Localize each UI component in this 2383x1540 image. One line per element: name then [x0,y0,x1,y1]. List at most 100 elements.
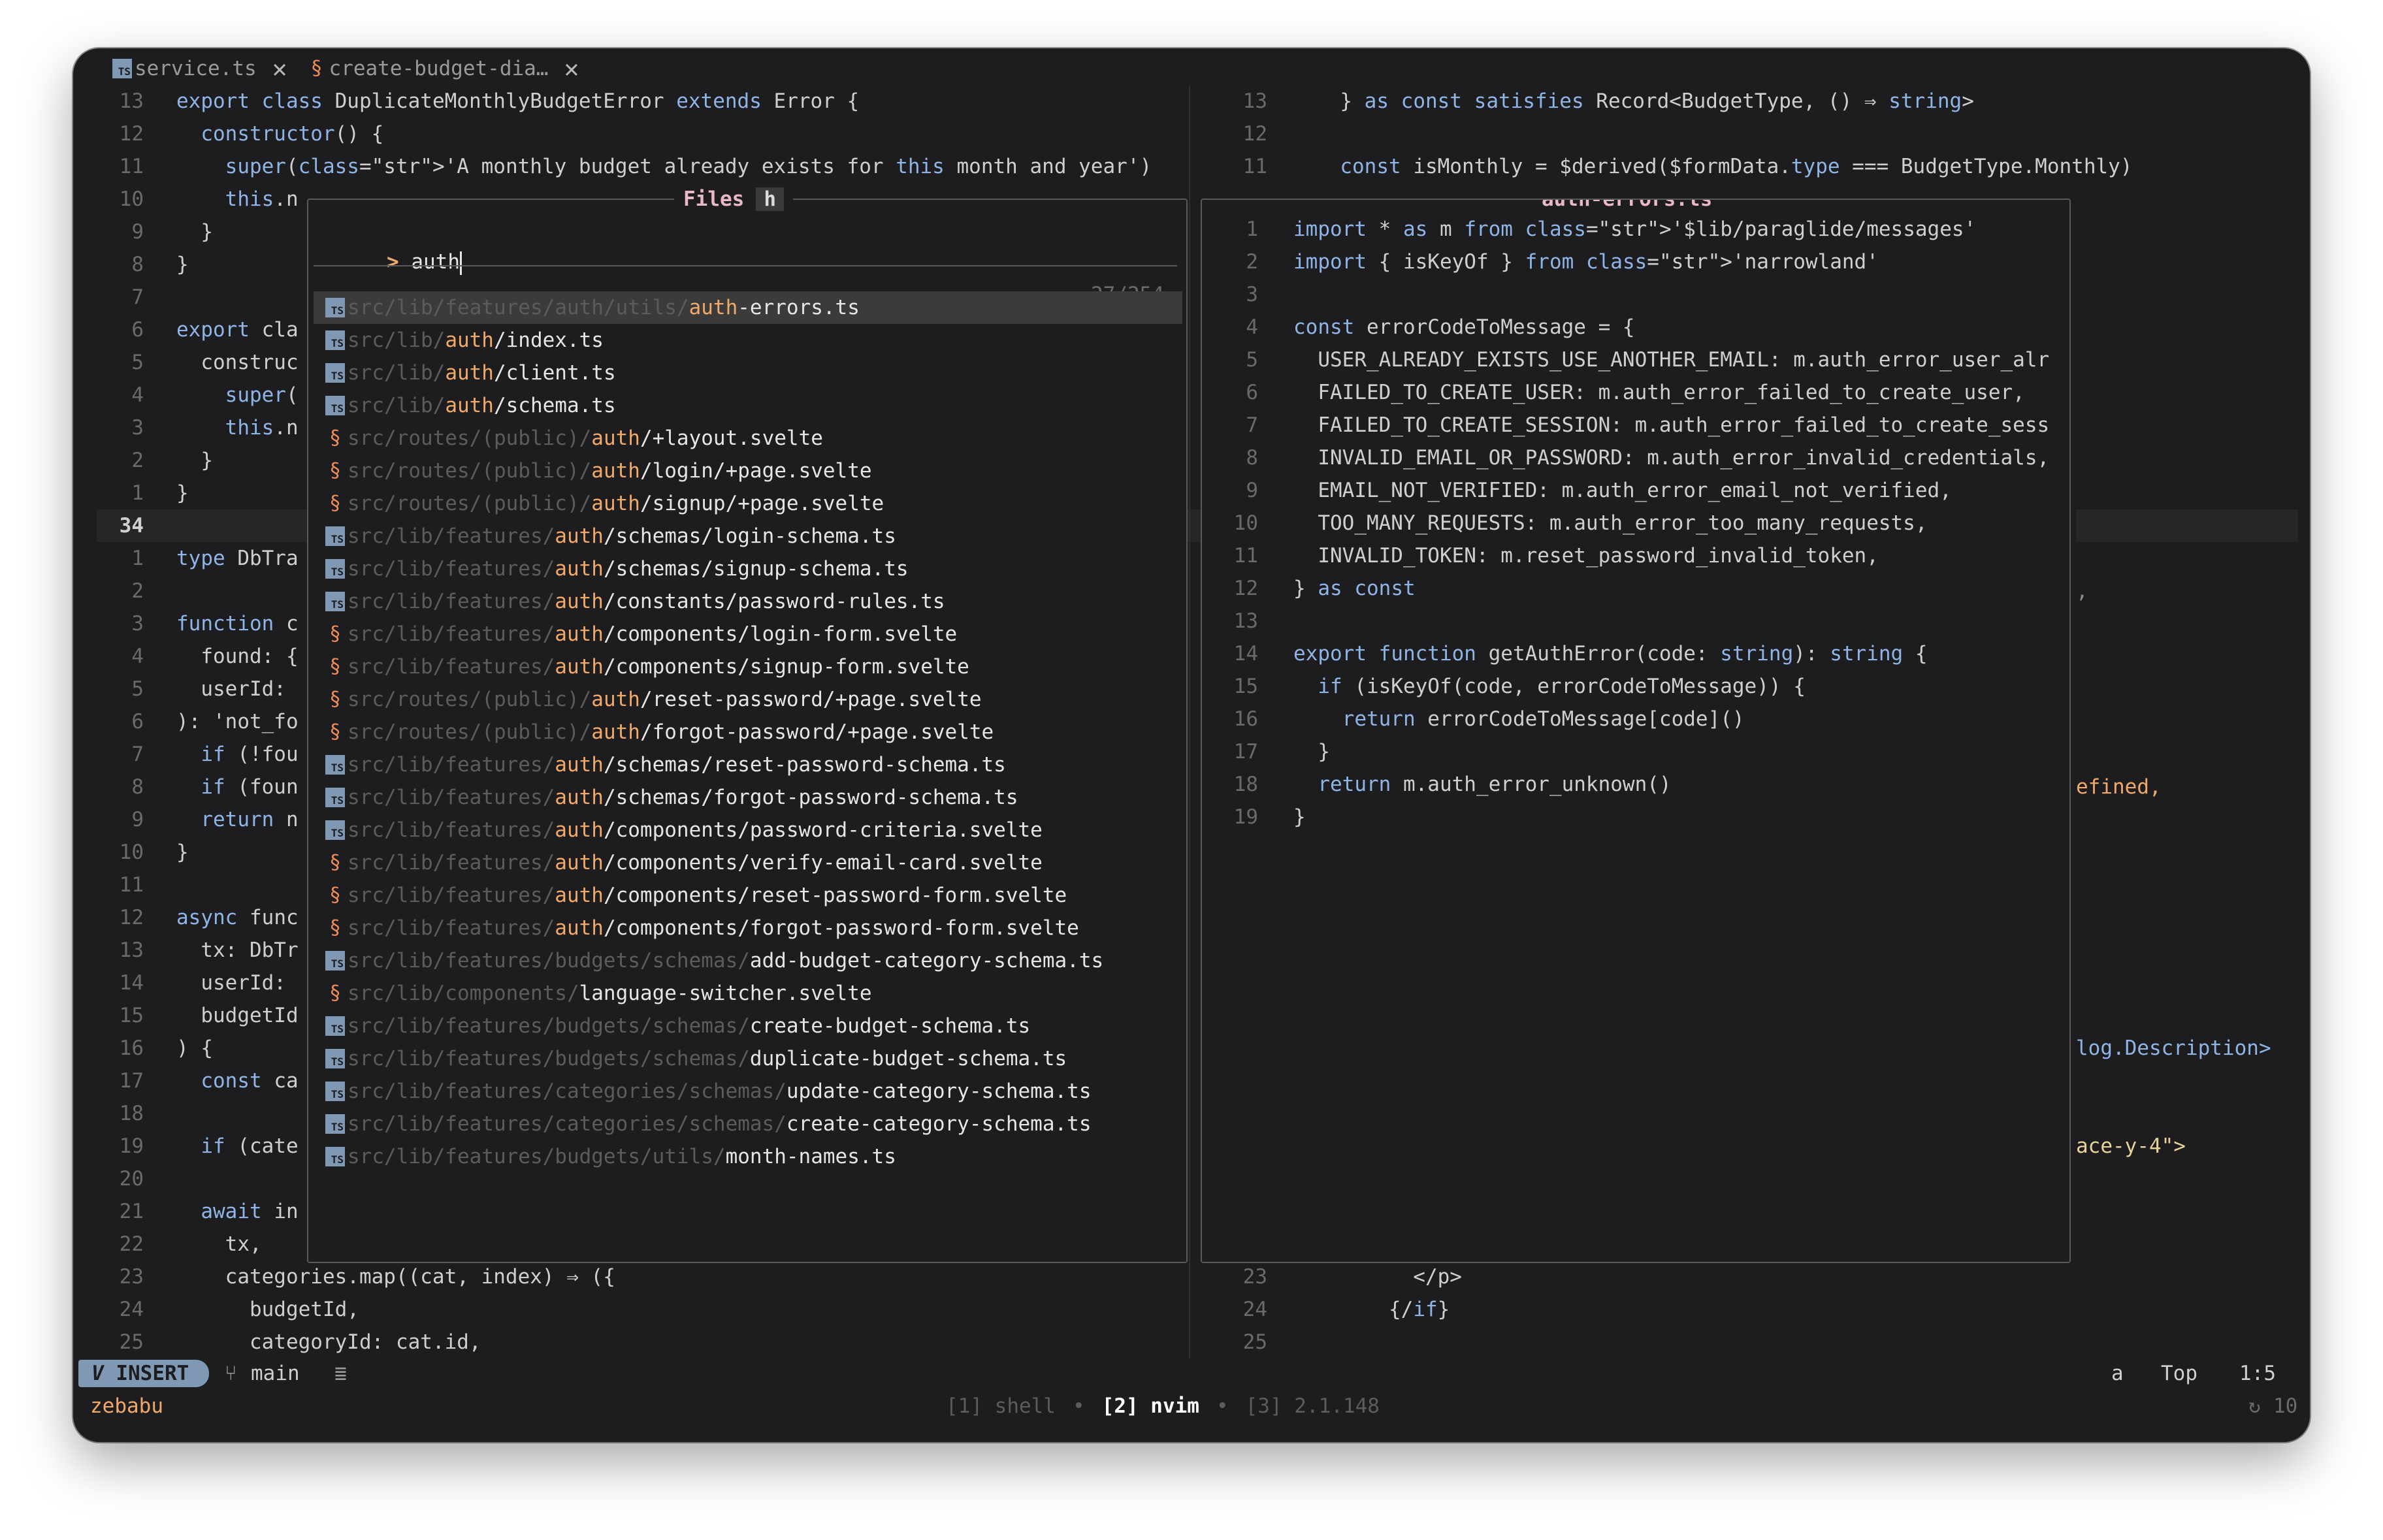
code-line: 24 budgetId, [97,1293,1227,1326]
code-text: found: { [176,645,299,668]
code-text: TOO_MANY_REQUESTS: m.auth_error_too_many… [1293,511,1928,535]
file-list-item[interactable]: TS src/lib/features/auth/components/passw… [314,814,1182,846]
line-number: 5 [1246,348,1258,372]
buffer-tab[interactable]: TS service.ts ✕ [112,54,287,83]
buffer-tab[interactable]: § create-budget-dia… ✕ [307,54,579,83]
file-list-item[interactable]: TS src/lib/features/auth/schemas/forgot-p… [314,781,1182,814]
file-picker[interactable]: Filesh > auth 27/254 TSsrc/lib/features/… [307,183,1188,1263]
code-text: EMAIL_NOT_VERIFIED: m.auth_error_email_n… [1293,479,1952,502]
mode-indicator: V INSERT [78,1360,209,1387]
file-path-name: /components/password-criteria.svelte [603,818,1043,842]
typescript-file-icon: TS [325,788,345,807]
file-path-name: /schema.ts [493,394,616,417]
code-text: await in [201,1200,299,1223]
file-list-item[interactable]: TS src/lib/features/auth/schemas/reset-pa… [314,748,1182,781]
file-path-dir: src/lib/features/ [348,884,555,907]
typescript-file-icon: TS [325,298,345,317]
typescript-file-icon: TS [325,1082,345,1101]
file-list-item[interactable]: § src/lib/features/auth/components/forgot… [314,912,1182,944]
file-list-item[interactable]: TS src/lib/features/budgets/schemas/add-b… [314,944,1182,977]
file-list-item[interactable]: TS src/lib/auth/client.ts [314,357,1182,389]
tmux-window[interactable]: [2] nvim [1102,1390,1199,1422]
file-path-dir: src/lib/features/ [348,590,555,613]
right-fragment-3: log.Description> [2076,1036,2271,1060]
code-text: ) { [176,1036,213,1060]
file-list-item[interactable]: TS src/lib/features/budgets/utils/month-n… [314,1140,1182,1173]
file-list-item[interactable]: TS src/lib/features/categories/schemas/cr… [314,1108,1182,1140]
tmux-window[interactable]: [3] 2.1.148 [1246,1390,1380,1422]
file-list-item[interactable]: § src/lib/components/language-switcher.sv… [314,977,1182,1010]
file-list-item[interactable]: TS src/lib/features/budgets/schemas/dupli… [314,1042,1182,1075]
code-line: 23 categories.map((cat, index) ⇒ ({ [97,1260,1227,1293]
file-list-item[interactable]: § src/lib/features/auth/components/login-… [314,618,1182,650]
search-input[interactable]: auth [411,250,460,274]
file-list-item[interactable]: § src/routes/(public)/auth/signup/+page.s… [314,487,1182,520]
code-line: 5 USER_ALREADY_EXISTS_USE_ANOTHER_EMAIL:… [1202,344,2068,376]
line-number: 7 [131,743,144,766]
code-line: 16 return errorCodeToMessage[code]() [1202,703,2068,735]
code-line: 1 import * as m from class="str">'$lib/pa… [1202,213,2068,246]
file-list[interactable]: TS src/lib/features/auth/utils/auth -error… [314,291,1182,1173]
file-path-dir: src/lib/features/ [348,622,555,646]
code-line: 15 if (isKeyOf(code, errorCodeToMessage)… [1202,670,2068,703]
buffer-tab-label: create-budget-dia… [329,57,549,80]
code-line: 11 super(class="str">'A monthly budget a… [97,150,1227,183]
file-list-item[interactable]: TS src/lib/auth/index.ts [314,324,1182,357]
editor-pane-right-top[interactable]: 13 } as const satisfies Record<BudgetTyp… [1229,85,2301,189]
code-text: const isMonthly = $derived($formData.typ… [1340,155,2133,178]
line-number: 14 [119,971,144,995]
file-path-name: /components/forgot-password-form.svelte [603,916,1079,940]
code-text: import { isKeyOf } from class="str">'nar… [1293,250,1879,274]
line-number: 22 [119,1232,144,1256]
file-list-item[interactable]: § src/lib/features/auth/components/reset-… [314,879,1182,912]
code-text: INVALID_EMAIL_OR_PASSWORD: m.auth_error_… [1293,446,2050,470]
file-list-item[interactable]: § src/lib/features/auth/components/signup… [314,650,1182,683]
line-number: 16 [1233,707,1258,731]
file-path-match: auth [555,786,604,809]
close-icon[interactable]: ✕ [564,54,579,83]
file-path-dir: src/lib/features/budgets/utils/ [348,1145,726,1168]
file-path-dir: src/routes/(public)/ [348,492,592,515]
code-text: } as const satisfies Record<BudgetType, … [1316,89,1974,113]
svelte-file-icon: § [329,426,342,449]
file-picker-hidden-toggle[interactable]: h [756,187,784,211]
file-path-name: add-budget-category-schema.ts [749,949,1104,972]
file-list-item[interactable]: TS src/lib/features/budgets/schemas/creat… [314,1010,1182,1042]
svelte-file-icon: § [329,459,342,482]
file-list-item[interactable]: TS src/lib/auth/schema.ts [314,389,1182,422]
close-icon[interactable]: ✕ [272,54,287,83]
code-text: this.n [225,416,299,440]
preview-code: 1 import * as m from class="str">'$lib/pa… [1202,213,2068,833]
code-text: this.n [225,187,299,211]
code-line: 19} [1202,801,2068,833]
file-path-dir: src/lib/features/categories/schemas/ [348,1080,786,1103]
line-number: 11 [119,873,144,897]
file-picker-prompt[interactable]: > auth 27/254 [314,213,1176,306]
file-list-item[interactable]: § src/routes/(public)/auth/reset-password… [314,683,1182,716]
file-path-name: /components/login-form.svelte [603,622,958,646]
file-path-name: /components/verify-email-card.svelte [603,851,1043,874]
file-path-match: auth [445,394,494,417]
file-path-match: auth [555,622,604,646]
file-path-name: /signup/+page.svelte [640,492,884,515]
file-list-item[interactable]: TS src/lib/features/auth/utils/auth -error… [314,291,1182,324]
file-path-dir: src/lib/features/budgets/schemas/ [348,1047,750,1070]
file-list-item[interactable]: § src/lib/features/auth/components/verify… [314,846,1182,879]
code-line: 23 </p> [1229,1260,2301,1293]
file-list-item[interactable]: TS src/lib/features/categories/schemas/up… [314,1075,1182,1108]
file-list-item[interactable]: TS src/lib/features/auth/schemas/login-sc… [314,520,1182,553]
file-list-item[interactable]: § src/routes/(public)/auth/login/+page.sv… [314,455,1182,487]
code-text: constructor() { [201,122,384,146]
file-list-item[interactable]: § src/routes/(public)/auth/forgot-passwor… [314,716,1182,748]
file-list-item[interactable]: § src/routes/(public)/auth/+layout.svelte [314,422,1182,455]
file-path-match: auth [591,426,640,450]
code-line: 25 categoryId: cat.id, [97,1326,1227,1358]
tmux-separator: • [1072,1394,1085,1418]
refresh-icon: ↻ [2248,1394,2261,1418]
file-path-name: -errors.ts [738,296,860,319]
file-list-item[interactable]: TS src/lib/features/auth/constants/passwo… [314,585,1182,618]
file-list-item[interactable]: TS src/lib/features/auth/schemas/signup-s… [314,553,1182,585]
tmux-window[interactable]: [1] shell [946,1390,1056,1422]
code-line: 12 constructor() { [97,118,1227,150]
line-number: 10 [119,187,144,211]
